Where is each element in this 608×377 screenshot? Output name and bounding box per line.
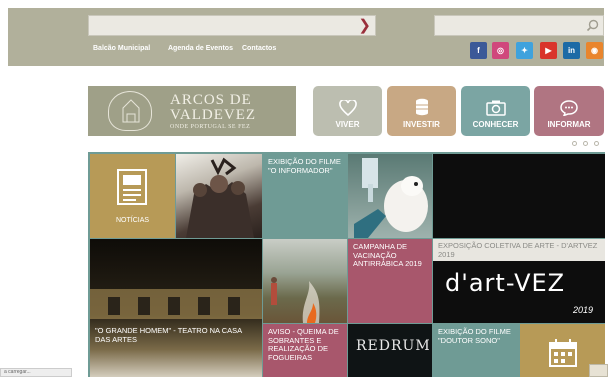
site-search-input[interactable] xyxy=(434,15,604,36)
mail-icon[interactable] xyxy=(589,364,608,377)
carousel-pagination[interactable] xyxy=(572,141,599,146)
tile-conhecer-label: CONHECER xyxy=(472,120,519,129)
carousel-dot[interactable] xyxy=(594,141,599,146)
facebook-icon[interactable]: f xyxy=(470,42,487,59)
nav-contactos[interactable]: Contactos xyxy=(242,45,276,52)
photo-dog-vaccination[interactable] xyxy=(348,154,432,238)
logo-tagline: ONDE PORTUGAL SE FEZ xyxy=(170,123,251,130)
twitter-icon[interactable]: ✦ xyxy=(516,42,533,59)
municipality-logo[interactable]: ARCOS DE VALDEVEZ ONDE PORTUGAL SE FEZ xyxy=(88,86,296,136)
caption-grande-homem: "O GRANDE HOMEM" - TEATRO NA CASA DAS AR… xyxy=(95,326,242,344)
linkedin-icon[interactable]: in xyxy=(563,42,580,59)
movie-poster-image xyxy=(186,157,254,238)
search-icon[interactable] xyxy=(586,19,599,32)
logo-line-2: VALDEVEZ xyxy=(170,106,257,123)
camera-icon xyxy=(485,100,506,116)
news-tile-vacinacao[interactable]: CAMPANHA DE VACINAÇÃO ANTIRRÁBICA 2019 xyxy=(348,239,432,323)
tile-conhecer[interactable]: CONHECER xyxy=(461,86,530,136)
movie-poster-informador[interactable] xyxy=(176,154,262,238)
photo-queima-sobrantes[interactable] xyxy=(263,239,347,323)
photo-grande-homem[interactable]: "O GRANDE HOMEM" - TEATRO NA CASA DAS AR… xyxy=(90,239,262,377)
tile-investir[interactable]: INVESTIR xyxy=(387,86,456,136)
caption-informador: EXIBIÇÃO DO FILME "O INFORMADOR" xyxy=(268,157,341,175)
chevron-right-icon[interactable]: ❯ xyxy=(358,17,371,35)
caption-aviso: AVISO - QUEIMA DE SOBRANTES E REALIZAÇÃO… xyxy=(268,327,339,362)
calendar-icon xyxy=(549,339,577,367)
artvez-logo: d'art-VEZ xyxy=(445,269,566,297)
news-tile-doutor-sono[interactable]: EXIBIÇÃO DO FILME "DOUTOR SONO" xyxy=(433,324,519,377)
caption-vacinacao: CAMPANHA DE VACINAÇÃO ANTIRRÁBICA 2019 xyxy=(353,242,422,269)
tile-viver-label: VIVER xyxy=(335,120,360,129)
main-search-input[interactable]: ❯ xyxy=(88,15,376,36)
noticias-label: NOTÍCIAS xyxy=(115,217,150,224)
chat-icon xyxy=(560,100,578,116)
news-tile-dark[interactable] xyxy=(433,154,605,238)
carousel-dot[interactable] xyxy=(583,141,588,146)
news-tile-informador[interactable]: EXIBIÇÃO DO FILME "O INFORMADOR" xyxy=(263,154,347,238)
caption-exposicao: EXPOSIÇÃO COLETIVA DE ARTE - D'ARTVEZ 20… xyxy=(438,241,598,259)
burning-photo-image xyxy=(271,277,320,323)
caption-doutor-sono: EXIBIÇÃO DO FILME "DOUTOR SONO" xyxy=(438,327,511,345)
logo-line-1: ARCOS DE xyxy=(170,91,252,108)
instagram-icon[interactable]: ◎ xyxy=(492,42,509,59)
tile-informar[interactable]: INFORMAR xyxy=(534,86,604,136)
browser-status-bar: a carregar... xyxy=(0,368,72,377)
news-tile-noticias[interactable]: NOTÍCIAS xyxy=(90,154,175,238)
news-tile-aviso[interactable]: AVISO - QUEIMA DE SOBRANTES E REALIZAÇÃO… xyxy=(263,324,347,377)
dog-photo-image xyxy=(354,158,428,238)
poster-doutor-sono[interactable]: REDRUM xyxy=(348,324,432,377)
theatre-photo-image xyxy=(90,289,262,319)
news-grid: NOTÍCIAS EXIBIÇÃO DO FILME "O INFORMADOR… xyxy=(88,152,605,377)
news-tile-exposicao[interactable]: EXPOSIÇÃO COLETIVA DE ARTE - D'ARTVEZ 20… xyxy=(433,239,605,323)
coat-of-arms-icon xyxy=(108,91,152,131)
redrum-text: REDRUM xyxy=(356,338,431,354)
youtube-icon[interactable]: ▶ xyxy=(540,42,557,59)
carousel-dot[interactable] xyxy=(572,141,577,146)
coins-icon xyxy=(415,98,428,116)
nav-balcao-municipal[interactable]: Balcão Municipal xyxy=(93,45,150,52)
tile-informar-label: INFORMAR xyxy=(547,120,591,129)
nav-agenda-eventos[interactable]: Agenda de Eventos xyxy=(168,45,233,52)
artvez-year: 2019 xyxy=(572,305,593,315)
tile-viver[interactable]: VIVER xyxy=(313,86,382,136)
rss-icon[interactable]: ◉ xyxy=(586,42,603,59)
tile-investir-label: INVESTIR xyxy=(403,120,440,129)
newspaper-icon xyxy=(117,169,147,205)
heart-icon xyxy=(338,100,357,116)
